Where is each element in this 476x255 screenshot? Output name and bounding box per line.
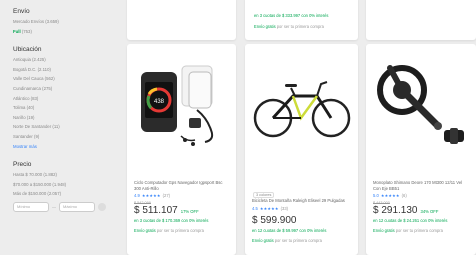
shipping-label: Envío gratis (252, 237, 274, 243)
apply-price-button[interactable] (98, 202, 106, 211)
review-count: (33) (280, 205, 289, 211)
full-label: Full (13, 28, 21, 34)
crankset-image (377, 65, 464, 144)
price-range: Mínimo — Máximo (13, 201, 124, 212)
product-card[interactable]: 3 colores Bicicleta De Montaña Raleigh E… (245, 44, 358, 255)
full-count: (753) (21, 28, 32, 34)
review-count: (27) (162, 193, 171, 199)
price-row: $ 291.130 34% OFF (373, 205, 470, 216)
product-rating: 5.0 ★★★★★ (6) (373, 193, 470, 198)
product-title[interactable]: Monoplato Shimano Deore 170 Mt300 12/11 … (373, 180, 470, 191)
shipping-rest: por ser tu primera compra (156, 228, 204, 234)
shipping: Envío gratis por ser tu primera compra (254, 24, 324, 29)
price-list: Hasta $ 70.000 (1.882) $70.000 a $150.00… (13, 170, 124, 199)
rating-stars-icon: ★★★★★ (141, 193, 161, 199)
range-separator: — (52, 204, 56, 210)
filter-location[interactable]: Norte De Santander (11) (13, 122, 124, 132)
installments: en 3 cuotas de $ 170.369 con 0% interés (134, 218, 209, 224)
gps-computer-image: 438 (141, 65, 214, 146)
precio-title: Precio (13, 161, 32, 169)
filter-location[interactable]: Cundinamarca (275) (13, 84, 124, 94)
shipping: Envío gratis por ser tu primera compra (252, 238, 352, 243)
rating-stars-icon: ★★★★★ (259, 205, 279, 211)
shipping-rest: por ser tu primera compra (274, 237, 322, 243)
product-info: Bicicleta De Montaña Raleigh Eliseel 29 … (252, 198, 352, 243)
filter-full[interactable]: Full (753) (13, 27, 124, 37)
product-card[interactable]: Monoplato Shimano Deore 170 Mt300 12/11 … (366, 44, 476, 255)
shipping: Envío gratis por ser tu primera compra (373, 228, 470, 233)
product-card-top[interactable] (366, 0, 476, 40)
bicycle-image (253, 81, 351, 138)
shipping: Envío gratis por ser tu primera compra (134, 228, 230, 233)
price: $ 291.130 (373, 205, 418, 217)
filter-price[interactable]: Hasta $ 70.000 (1.882) (13, 170, 124, 180)
filter-location[interactable]: Valle Del Cauca (562) (13, 74, 124, 84)
shipping-rest: por ser tu primera compra (276, 24, 324, 29)
rating-value: 4.9 (134, 193, 140, 199)
price-row: $ 599.900 (252, 215, 352, 226)
product-card-top[interactable] (127, 0, 236, 40)
product-card[interactable]: 438 Ciclo Computador Gps Navegador Igpsp… (127, 44, 236, 255)
product-info: Monoplato Shimano Deore 170 Mt300 12/11 … (373, 180, 470, 233)
installments: en 12 cuotas de $ 24.261 con 0% interés (373, 218, 448, 224)
location-list: Antioquia (2.425) Bogotá D.C. (2.110) Va… (13, 55, 124, 141)
discount-badge: 17% OFF (180, 209, 199, 215)
shipping-label: Envío gratis (373, 228, 395, 234)
filter-location[interactable]: Tolima (40) (13, 103, 124, 113)
product-card-top[interactable]: en 3 cuotas de $ 333.997 con 0% interés … (245, 0, 358, 40)
product-rating: 4.5 ★★★★★ (33) (252, 206, 352, 211)
discount-badge: 34% OFF (420, 209, 439, 215)
shipping-label: Envío gratis (134, 228, 156, 234)
price-row: $ 511.107 17% OFF (134, 205, 230, 216)
installments: en 12 cuotas de $ 59.997 con 0% interés (252, 227, 327, 233)
shipping-rest: por ser tu primera compra (395, 228, 443, 234)
rating-value: 4.5 (252, 205, 258, 211)
max-price-input[interactable]: Máximo (59, 201, 95, 212)
filter-location[interactable]: Atlántico (83) (13, 94, 124, 104)
svg-text:438: 438 (154, 99, 165, 105)
filter-price[interactable]: Más de $150.000 (2.057) (13, 189, 124, 199)
product-rating: 4.9 ★★★★★ (27) (134, 193, 230, 198)
price: $ 511.107 (134, 205, 178, 217)
filter-mercado-envios[interactable]: Mercado Envíos (3.659) (13, 17, 124, 27)
price: $ 599.900 (252, 214, 297, 226)
envio-title: Envío (13, 8, 30, 15)
rating-value: 5.0 (373, 193, 379, 199)
rating-stars-icon: ★★★★★ (380, 193, 400, 199)
filter-location[interactable]: Santander (9) (13, 132, 124, 142)
filters-sidebar: Envío Mercado Envíos (3.659) Full (753) … (0, 0, 124, 255)
filter-location[interactable]: Nariño (19) (13, 113, 124, 123)
review-count: (6) (401, 193, 407, 199)
product-info: Ciclo Computador Gps Navegador Igpsport … (134, 180, 230, 233)
filter-price[interactable]: $70.000 a $150.000 (1.948) (13, 180, 124, 190)
show-more-link[interactable]: Mostrar más (13, 142, 124, 152)
product-title[interactable]: Bicicleta De Montaña Raleigh Eliseel 29 … (252, 198, 352, 204)
shipping-label: Envío gratis (254, 24, 276, 29)
filter-location[interactable]: Antioquia (2.425) (13, 55, 124, 65)
ubicacion-title: Ubicación (13, 46, 42, 54)
product-title[interactable]: Ciclo Computador Gps Navegador Igpsport … (134, 180, 230, 191)
installments: en 3 cuotas de $ 333.997 con 0% interés (254, 13, 329, 18)
min-price-input[interactable]: Mínimo (13, 201, 49, 212)
filter-location[interactable]: Bogotá D.C. (2.110) (13, 65, 124, 75)
